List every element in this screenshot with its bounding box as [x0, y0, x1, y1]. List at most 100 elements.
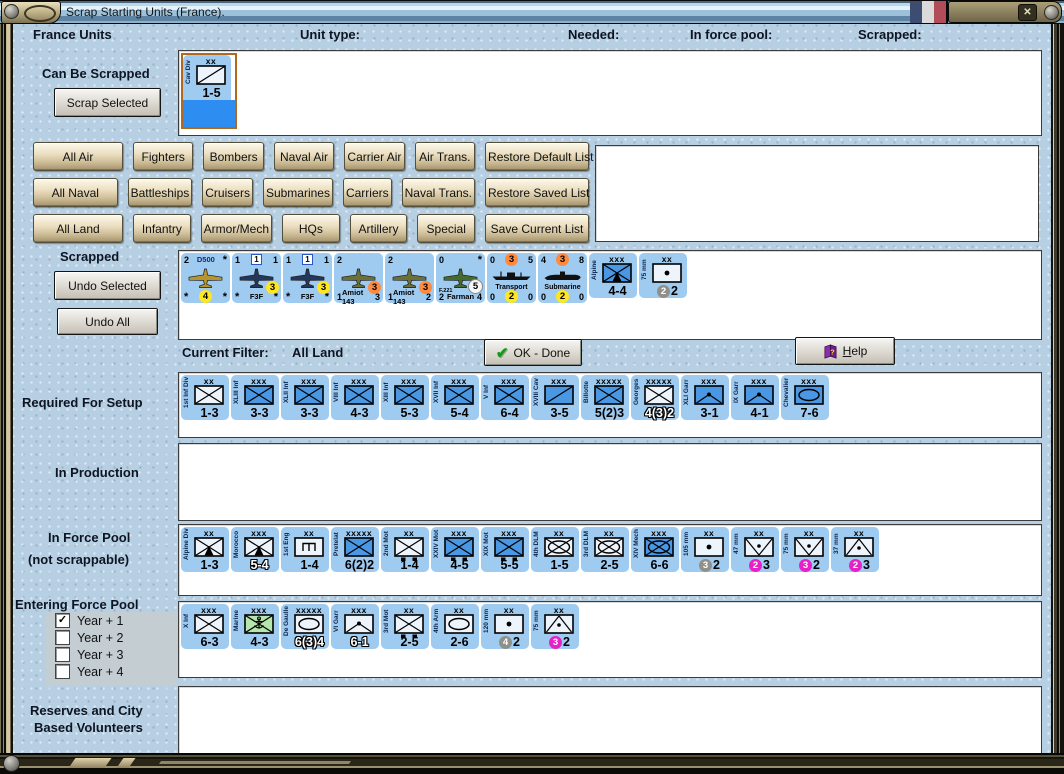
air-unit-counter-d500[interactable]: 2 D500 * * 4 * [181, 253, 230, 303]
unit-strength: 5-5 [500, 558, 519, 572]
filter-button-submarines[interactable]: Submarines [262, 178, 333, 207]
unit-counter-x-inf[interactable]: X Inf xxx 6-3 [181, 604, 229, 649]
unit-counter-v-inf[interactable]: V Inf xxx 6-4 [481, 375, 529, 420]
filter-button-all-naval[interactable]: All Naval [33, 178, 118, 207]
unit-counter-alpine-div[interactable]: Alpine Div xx 1-3 [181, 527, 229, 572]
air-unit-counter-farman[interactable]: 0 * 5 F.221 2 Farman 4 [436, 253, 485, 303]
unit-counter-4th-arm-div[interactable]: 4th Arm Divxx2-6 [431, 604, 479, 649]
unit-counter-viii-inf[interactable]: VIII Inf xxx 4-3 [331, 375, 379, 420]
checkbox-row-year-4[interactable]: Year + 4 [55, 663, 178, 680]
unit-counter-ix-garr[interactable]: IX Garr xxx 4-1 [731, 375, 779, 420]
top-center-value: D500 [196, 255, 215, 264]
strength-badge: 5 [468, 279, 483, 294]
checkbox-row-year-1[interactable]: ✓ Year + 1 [55, 612, 178, 629]
unit-counter-xvii-inf[interactable]: XVII Inf xxx 5-4 [431, 375, 479, 420]
filter-button-special[interactable]: Special [417, 214, 476, 243]
filter-button-naval-trans[interactable]: Naval Trans. [401, 178, 475, 207]
window-menu-button[interactable] [1, 1, 61, 24]
air-unit-counter-amiot-143[interactable]: 2 3 1 Amiot 143 3 [334, 253, 383, 306]
unit-counter-alpine[interactable]: Alpine xxx 4-4 [589, 253, 637, 298]
scrap-selected-button[interactable]: Scrap Selected [54, 88, 161, 117]
unit-counter-1st-inf-div[interactable]: 1st Inf Div xx 1-3 [181, 375, 229, 420]
unit-counter-de-gaulle[interactable]: De Gaulle xxxxx 6(3)4 [281, 604, 329, 649]
filter-button-infantry[interactable]: Infantry [133, 214, 191, 243]
undo-selected-button[interactable]: Undo Selected [54, 271, 161, 300]
filter-button-carrier-air[interactable]: Carrier Air [344, 142, 405, 171]
unit-counter-47-mm[interactable]: 47 mm xx 2 3 [731, 527, 779, 572]
filter-button-all-land[interactable]: All Land [33, 214, 123, 243]
unit-counter-75-mm[interactable]: 75 mm xx 3 2 [781, 527, 829, 572]
unit-counter-xxiv-mot[interactable]: XXIV Mot xxx 4-5 [431, 527, 479, 572]
filter-listbox [595, 145, 1039, 242]
unit-counter-marine[interactable]: Marine xxx 4-3 [231, 604, 279, 649]
naval-unit-counter-transport[interactable]: 0 3 5 Transport 0 2 0 [487, 253, 536, 303]
unit-counter-billotte[interactable]: Billotte xxxxx 5(2)3 [581, 375, 629, 420]
checkbox-row-year-3[interactable]: Year + 3 [55, 646, 178, 663]
unit-name-label: XXIV Mot [433, 529, 440, 559]
unit-counter-75-mm[interactable]: 75 mm xx 3 2 [531, 604, 579, 649]
unit-counter-georges[interactable]: Georges xxxxx 4(3)2 [631, 375, 679, 420]
unit-counter-xiii-inf[interactable]: XIII Inf xxx 5-3 [381, 375, 429, 420]
unit-counter-4th-dlm-div[interactable]: 4th DLM Divxx1-5 [531, 527, 579, 572]
help-book-icon: ? [824, 343, 837, 359]
unit-counter-cav-div[interactable]: Cav Div xx 1-5 [183, 55, 231, 100]
air-unit-counter-f3f[interactable]: 1 1 1 3 * F3F * [283, 253, 332, 303]
filter-button-artillery[interactable]: Artillery [349, 214, 408, 243]
selection-highlight [183, 100, 235, 127]
unit-counter-2nd-mot-div[interactable]: 2nd Mot Divxx1-4 [381, 527, 429, 572]
unit-counter-xiv-mech[interactable]: XIV Mech xxx 6-6 [631, 527, 679, 572]
filter-button-grid: All Air Fighters Bombers Naval Air Carrier A… [33, 142, 593, 250]
filter-button-all-air[interactable]: All Air [33, 142, 123, 171]
filter-button-carriers[interactable]: Carriers [342, 178, 392, 207]
filter-button-restore-default-list[interactable]: Restore Default List [485, 142, 593, 171]
filter-button-battleships[interactable]: Battleships [127, 178, 193, 207]
unit-counter-pretelat[interactable]: Pretelat xxxxx 6(2)2 [331, 527, 379, 572]
checkbox-year-4[interactable] [55, 664, 70, 679]
ok-done-label: OK - Done [513, 345, 571, 360]
unit-counter-120-mm[interactable]: 120 mm xx 4 2 [481, 604, 529, 649]
top-left-value: 0 [439, 254, 445, 265]
filter-button-hqs[interactable]: HQs [282, 214, 340, 243]
checkbox-year-2[interactable] [55, 630, 70, 645]
unit-counter-105-mm[interactable]: 105 mm xx 3 2 [681, 527, 729, 572]
unit-counter-3rd-dlm-div[interactable]: 3rd DLM Divxx2-5 [581, 527, 629, 572]
top-right-value: 1 [272, 254, 278, 265]
unit-counter-xliii-inf[interactable]: XLIII Inf xxx 3-3 [231, 375, 279, 420]
unit-counter-vi-garr[interactable]: VI Garr xxx 6-1 [331, 604, 379, 649]
checkbox-year-3[interactable] [55, 647, 70, 662]
unit-name-label: XVII Inf [433, 380, 440, 404]
undo-all-button[interactable]: Undo All [57, 308, 158, 335]
unit-counter-xix-mot[interactable]: XIX Mot xxx 5-5 [481, 527, 529, 572]
aircraft-icon: 3 [232, 265, 281, 294]
unit-counter-xviii-cav[interactable]: XVIII Cav xxx 3-5 [531, 375, 579, 420]
strength-badge: 3 [799, 558, 813, 572]
ok-done-button[interactable]: ✔ OK - Done [484, 339, 582, 366]
unit-counter-3rd-mot-div[interactable]: 3rd Mot Divxx2-5 [381, 604, 429, 649]
checkbox-row-year-2[interactable]: Year + 2 [55, 629, 178, 646]
checkbox-year-1[interactable]: ✓ [55, 613, 70, 628]
filter-button-restore-saved-list[interactable]: Restore Saved List [485, 178, 589, 207]
unit-counter-chevalier[interactable]: Chevalier xxx 7-6 [781, 375, 829, 420]
unit-strength: 2-6 [450, 635, 469, 649]
unit-counter-xlii-inf[interactable]: XLII Inf xxx 3-3 [281, 375, 329, 420]
unit-counter-75-mm[interactable]: 75 mm xx 2 2 [639, 253, 687, 298]
filter-button-air-trans[interactable]: Air Trans. [414, 142, 476, 171]
close-button[interactable]: ✕ [1018, 4, 1037, 21]
unit-counter-37-mm[interactable]: 37 mm xx 2 3 [831, 527, 879, 572]
unit-counter-xli-garr[interactable]: XLI Garr xxx 3-1 [681, 375, 729, 420]
filter-button-naval-air[interactable]: Naval Air [273, 142, 335, 171]
unit-counter-morocco[interactable]: Morocco xxx 5-4 [231, 527, 279, 572]
filter-button-save-current-list[interactable]: Save Current List [485, 214, 590, 243]
filter-button-bombers[interactable]: Bombers [203, 142, 264, 171]
filter-button-fighters[interactable]: Fighters [133, 142, 194, 171]
selected-unit-cav-div[interactable]: Cav Div xx 1-5 [181, 53, 237, 129]
naval-unit-counter-submarine[interactable]: 4 3 8 Submarine 0 2 0 [538, 253, 587, 303]
air-unit-counter-amiot-143[interactable]: 2 3 1 Amiot 143 2 [385, 253, 434, 306]
bottom-left-value: * [235, 290, 240, 303]
filter-button-cruisers[interactable]: Cruisers [202, 178, 253, 207]
unit-counter-1st-eng[interactable]: 1st Eng xx 1-4 [281, 527, 329, 572]
filter-button-armor-mech[interactable]: Armor/Mech [200, 214, 273, 243]
unit-name-label: Marine [233, 610, 240, 632]
air-unit-counter-f3f[interactable]: 1 1 1 3 * F3F * [232, 253, 281, 303]
help-button[interactable]: ? Help [795, 337, 895, 365]
